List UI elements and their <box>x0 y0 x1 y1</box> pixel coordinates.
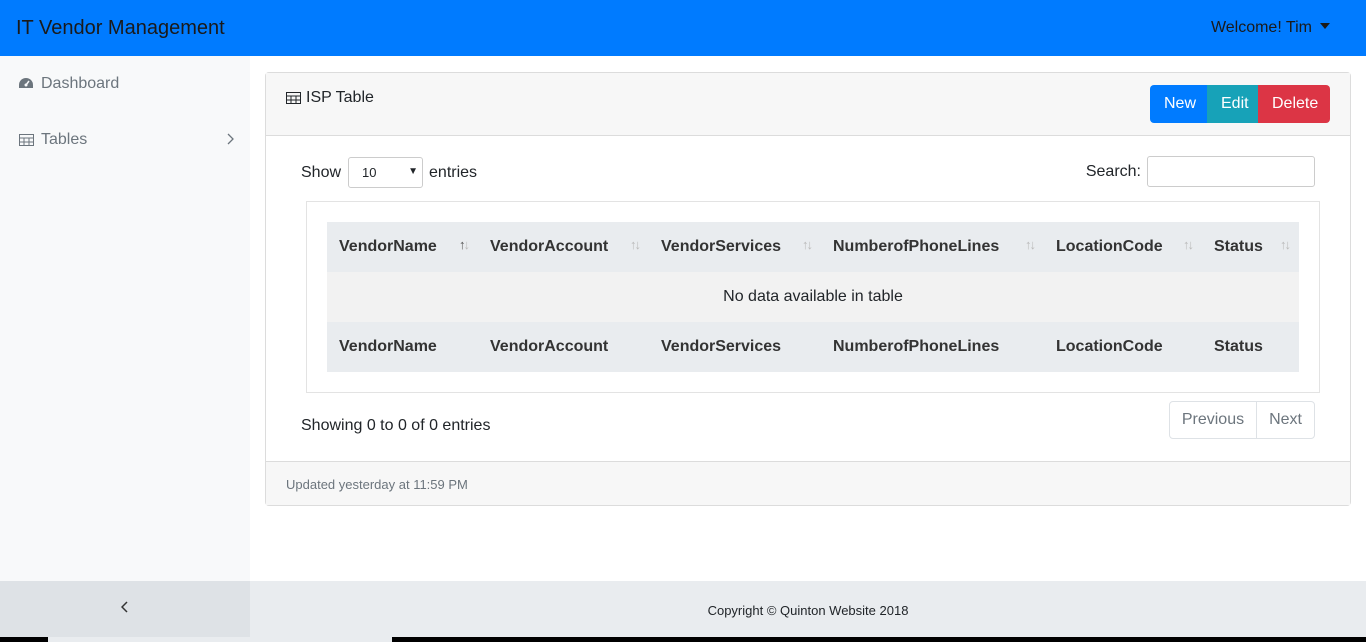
column-footer-locationcode: LocationCode <box>1044 322 1202 372</box>
column-header-vendorservices[interactable]: VendorServices ↑↓ <box>649 222 821 272</box>
select-arrow-icon: ▼ <box>408 166 419 177</box>
next-button[interactable]: Next <box>1256 402 1314 438</box>
sort-icon: ↑↓ <box>802 237 813 252</box>
copyright-text: Copyright © Quinton Website 2018 <box>707 603 909 618</box>
empty-row: No data available in table <box>327 272 1299 322</box>
chevron-left-icon <box>120 600 129 618</box>
sort-icon: ↑↓ <box>630 237 641 252</box>
table-footer-row: VendorName VendorAccount VendorServices … <box>327 322 1299 372</box>
search-label: Search: <box>1085 162 1141 180</box>
column-footer-vendorname: VendorName <box>327 322 478 372</box>
bottom-strip <box>0 637 1366 642</box>
sidebar-item-label: Tables <box>41 131 88 148</box>
caret-down-icon <box>1320 23 1330 29</box>
sort-icon: ↑↓ <box>459 237 470 252</box>
card-header: ISP Table New Edit Delete <box>266 73 1350 136</box>
column-header-locationcode[interactable]: LocationCode ↑↓ <box>1044 222 1202 272</box>
chevron-right-icon <box>226 132 234 150</box>
dashboard-icon <box>18 76 34 92</box>
edit-button[interactable]: Edit <box>1207 85 1258 123</box>
table-header-row: VendorName ↑↓ VendorAccount ↑↓ VendorServi… <box>327 222 1299 272</box>
sidebar: Dashboard Tables <box>0 56 250 581</box>
column-header-vendorname[interactable]: VendorName ↑↓ <box>327 222 478 272</box>
sidebar-item-label: Dashboard <box>41 75 120 92</box>
card-title: ISP Table <box>286 89 374 107</box>
top-navbar: IT Vendor Management Welcome! Tim <box>0 0 1366 56</box>
column-footer-numberofphonelines: NumberofPhoneLines <box>821 322 1044 372</box>
sort-icon: ↑↓ <box>1025 237 1036 252</box>
action-button-group: New Edit Delete <box>1150 85 1330 123</box>
empty-message: No data available in table <box>327 272 1299 322</box>
isp-table: VendorName ↑↓ VendorAccount ↑↓ VendorServi… <box>327 222 1299 372</box>
bottom-strip-segment <box>48 637 392 642</box>
delete-button[interactable]: Delete <box>1258 85 1330 123</box>
user-menu-toggle[interactable]: Welcome! Tim <box>1211 19 1330 37</box>
sidebar-item-tables[interactable]: Tables <box>18 126 238 154</box>
brand-title[interactable]: IT Vendor Management <box>16 17 225 40</box>
page-size-value: 10 <box>362 165 377 180</box>
column-footer-status: Status <box>1202 322 1299 372</box>
pagination: Previous Next <box>1168 401 1315 439</box>
page-size-select[interactable]: 10 ▼ <box>348 157 424 188</box>
column-footer-vendorservices: VendorServices <box>649 322 821 372</box>
page-footer: Copyright © Quinton Website 2018 <box>0 581 1366 637</box>
previous-button[interactable]: Previous <box>1170 402 1256 438</box>
sort-icon: ↑↓ <box>1280 237 1291 252</box>
search-input[interactable] <box>1147 156 1315 187</box>
page-size-control: Show 10 ▼ entries <box>301 157 477 188</box>
table-icon <box>18 132 34 148</box>
table-icon <box>286 92 301 104</box>
show-label: Show <box>301 163 342 181</box>
column-footer-vendoraccount: VendorAccount <box>478 322 649 372</box>
table-info: Showing 0 to 0 of 0 entries <box>301 417 491 434</box>
card-title-text: ISP Table <box>306 89 374 106</box>
isp-table-card: ISP Table New Edit Delete Show 10 ▼ entr… <box>265 72 1351 506</box>
search-control: Search: <box>1086 156 1315 187</box>
new-button[interactable]: New <box>1150 85 1207 123</box>
entries-label: entries <box>429 163 478 181</box>
table-container: VendorName ↑↓ VendorAccount ↑↓ VendorServi… <box>306 201 1320 393</box>
column-header-vendoraccount[interactable]: VendorAccount ↑↓ <box>478 222 649 272</box>
column-header-numberofphonelines[interactable]: NumberofPhoneLines ↑↓ <box>821 222 1044 272</box>
sidebar-item-dashboard[interactable]: Dashboard <box>18 70 238 98</box>
sort-icon: ↑↓ <box>1183 237 1194 252</box>
user-menu-label: Welcome! Tim <box>1210 19 1312 36</box>
updated-timestamp: Updated yesterday at 11:59 PM <box>286 477 468 492</box>
sidebar-collapse-button[interactable] <box>0 581 250 637</box>
column-header-status[interactable]: Status ↑↓ <box>1202 222 1299 272</box>
card-footer: Updated yesterday at 11:59 PM <box>266 461 1350 505</box>
